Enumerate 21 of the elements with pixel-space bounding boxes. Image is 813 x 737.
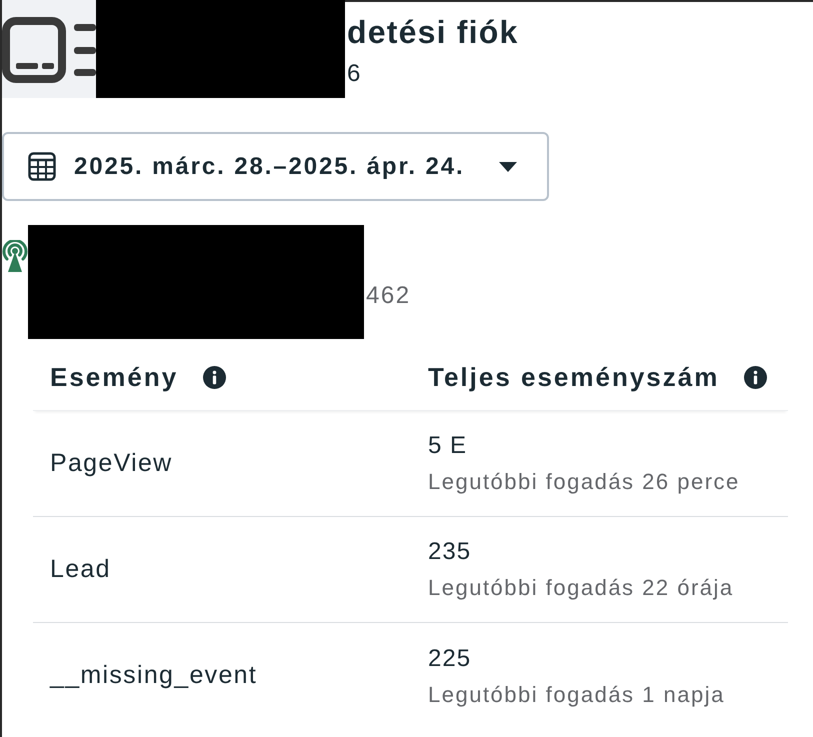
caret-down-icon [499,162,517,172]
event-count: 5 E [428,432,468,460]
broadcast-tower-icon [2,240,28,273]
event-name: __missing_event [50,660,258,692]
account-id: 6 [347,60,360,88]
column-header: Teljes eseményszám [428,361,720,394]
last-received-text: Legutóbbi fogadás 1 napja [428,682,725,708]
info-icon[interactable] [744,366,768,389]
event-count: 235 [428,538,472,566]
event-name: PageView [50,448,173,479]
account-title: detési fiók [347,14,518,50]
pixel-id: 462 [366,282,411,310]
event-name: Lead [50,554,111,585]
info-icon[interactable] [203,366,226,389]
date-range-dropdown[interactable]: 2025. márc. 28.–2025. ápr. 24. [2,132,549,201]
computer-icon [2,0,96,98]
event-count: 225 [428,644,472,672]
last-received-text: Legutóbbi fogadás 22 órája [428,575,734,601]
calendar-icon [28,152,56,181]
last-received-text: Legutóbbi fogadás 26 perce [428,469,740,495]
column-header: Esemény [50,361,178,394]
